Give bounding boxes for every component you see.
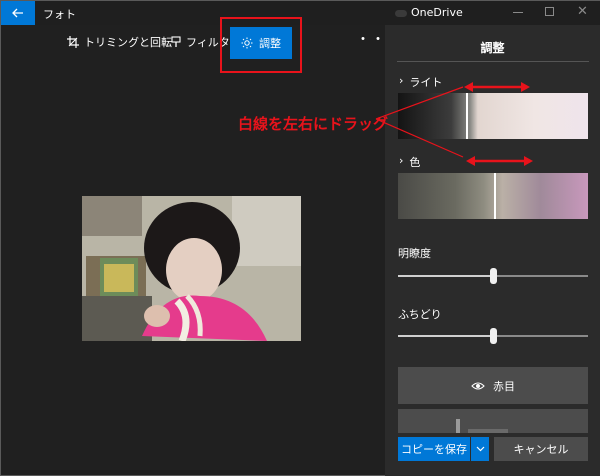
- clarity-slider[interactable]: [398, 268, 588, 284]
- close-icon[interactable]: ✕: [577, 5, 588, 19]
- color-adjust-marker[interactable]: [494, 173, 496, 219]
- clarity-slider-fill: [398, 275, 493, 277]
- vignette-slider-thumb[interactable]: [490, 328, 497, 344]
- adjust-highlight-box: [220, 17, 302, 73]
- cancel-label: キャンセル: [513, 443, 569, 456]
- red-eye-button[interactable]: 赤目: [398, 367, 588, 404]
- chevron-down-icon: [476, 446, 484, 452]
- spot-fix-icon: [456, 419, 508, 433]
- vignette-slider-fill: [398, 335, 493, 337]
- cancel-button[interactable]: キャンセル: [494, 437, 588, 461]
- light-adjust-strip[interactable]: [398, 93, 588, 139]
- red-eye-label: 赤目: [493, 379, 515, 393]
- crop-rotate-button[interactable]: トリミングと回転: [67, 34, 172, 50]
- chevron-right-icon: ›: [399, 74, 404, 87]
- vignette-slider[interactable]: [398, 328, 588, 344]
- crop-rotate-label: トリミングと回転: [84, 36, 172, 49]
- light-label: ライト: [409, 76, 443, 89]
- crop-icon: [67, 36, 79, 48]
- save-copy-label: コピーを保存: [401, 443, 467, 456]
- photo-preview: [82, 196, 301, 341]
- panel-title: 調整: [480, 41, 505, 55]
- eye-icon: [471, 381, 485, 390]
- color-label: 色: [409, 156, 421, 169]
- panel-divider: [397, 61, 589, 62]
- save-copy-button[interactable]: コピーを保存: [398, 437, 470, 461]
- photos-app-window: フォト OneDrive ✕ トリミングと回転 フィルター 調整 ・・・ 調整 …: [0, 0, 600, 476]
- minimize-icon[interactable]: [513, 12, 523, 13]
- spot-fix-button[interactable]: [398, 409, 588, 433]
- onedrive-label[interactable]: OneDrive: [411, 6, 463, 19]
- onedrive-icon: [395, 10, 407, 17]
- light-section-toggle[interactable]: › ライト: [399, 74, 442, 90]
- light-adjust-marker[interactable]: [466, 93, 468, 139]
- clarity-label: 明瞭度: [398, 247, 431, 260]
- photo-content-image: [82, 196, 301, 341]
- back-arrow-icon: [12, 8, 23, 18]
- maximize-icon[interactable]: [545, 7, 554, 16]
- app-title: フォト: [43, 8, 76, 21]
- save-options-dropdown[interactable]: [471, 437, 489, 461]
- clarity-slider-thumb[interactable]: [490, 268, 497, 284]
- vignette-label: ふちどり: [398, 308, 442, 321]
- chevron-right-icon: ›: [399, 154, 404, 167]
- back-button[interactable]: [1, 1, 35, 25]
- adjust-panel: 調整 › ライト › 色 明瞭度 ふちどり 赤目 コピーを保存 キャンセル: [385, 25, 600, 476]
- color-section-toggle[interactable]: › 色: [399, 154, 420, 170]
- color-adjust-strip[interactable]: [398, 173, 588, 219]
- filter-brush-icon: [171, 36, 181, 47]
- drag-instruction-annotation: 白線を左右にドラッグ: [238, 115, 389, 133]
